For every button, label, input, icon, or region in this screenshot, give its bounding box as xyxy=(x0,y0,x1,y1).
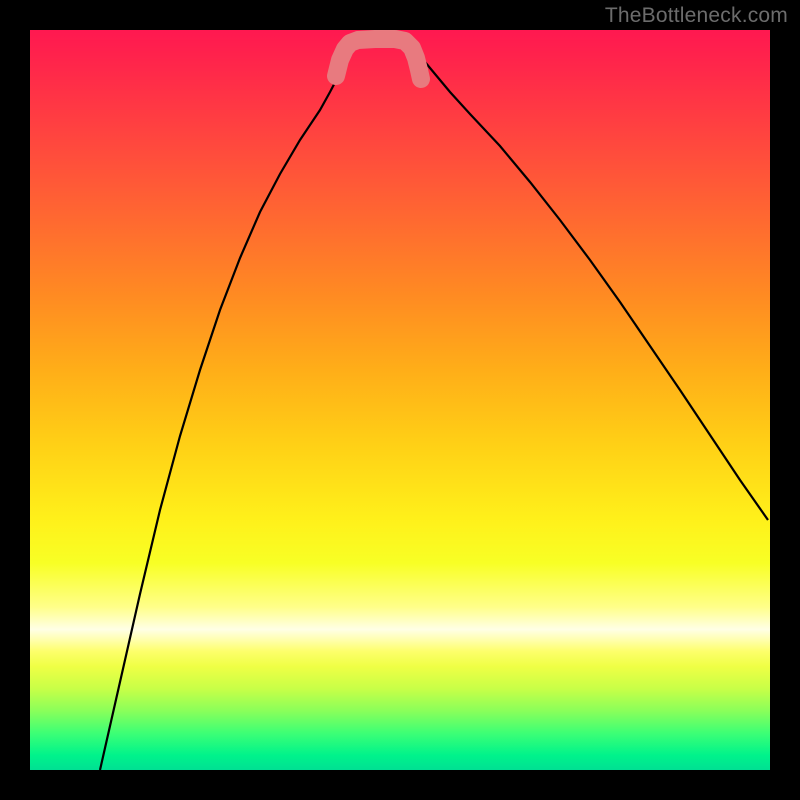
plot-area xyxy=(30,30,770,770)
valley-floor xyxy=(336,39,421,79)
curves-svg xyxy=(30,30,770,770)
right-curve xyxy=(418,52,768,520)
left-curve xyxy=(100,55,348,770)
chart-frame: TheBottleneck.com xyxy=(0,0,800,800)
watermark-text: TheBottleneck.com xyxy=(605,4,788,28)
